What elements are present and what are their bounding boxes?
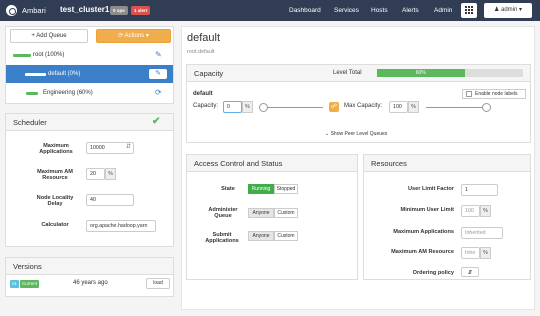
calculator-label: Calculator [41, 222, 69, 228]
queue-title: default [187, 32, 221, 44]
percent-addon: % [480, 247, 491, 259]
capacity-slider[interactable] [260, 107, 323, 108]
version-age: 46 years ago [73, 280, 108, 286]
locality-delay-label: Node Locality Delay [36, 195, 74, 207]
queue-label: root (100%) [33, 52, 65, 58]
res-max-apps-label: Maximum Applications [393, 229, 454, 235]
access-control-panel: Access Control and Status State Running … [186, 154, 358, 280]
user-limit-factor-input[interactable]: 1 [461, 184, 498, 196]
state-stopped-toggle[interactable]: Stopped [274, 184, 298, 194]
queue-capacity-bar [13, 54, 31, 57]
nav-hosts[interactable]: Hosts [371, 7, 388, 14]
admin-custom-toggle[interactable]: Custom [274, 208, 298, 218]
nav-dashboard[interactable]: Dashboard [289, 7, 321, 14]
lock-icon[interactable]: ☍ [329, 102, 339, 112]
min-user-limit-label: Minimum User Limit [400, 207, 454, 213]
max-capacity-slider[interactable] [426, 107, 486, 108]
queue-capacity-bar [25, 73, 46, 76]
nav-services[interactable]: Services [334, 7, 359, 14]
checkbox-icon [466, 91, 472, 97]
queue-label: Engineering (60%) [43, 90, 93, 96]
capacity-panel: Capacity Level Total 60% default Enable … [186, 64, 531, 143]
enable-node-labels-checkbox[interactable]: Enable node labels [462, 89, 526, 99]
user-menu-button[interactable]: ♟ admin ▾ [484, 3, 532, 18]
capacity-slider-handle[interactable] [259, 103, 268, 112]
queue-item-engineering[interactable]: Engineering (60%) ⟳ [6, 84, 173, 102]
user-limit-factor-label: User Limit Factor [407, 186, 454, 192]
versions-panel: Versions v1 Current 46 years ago load [5, 257, 174, 297]
submit-custom-toggle[interactable]: Custom [274, 231, 298, 241]
queue-path: root.default [187, 49, 215, 55]
access-control-title: Access Control and Status [187, 155, 357, 172]
versions-title: Versions [6, 258, 173, 275]
show-peer-queues-link[interactable]: ⌄ Show Peer Level Queues [325, 131, 387, 137]
user-menu-label: admin ▾ [501, 7, 523, 13]
load-version-button[interactable]: load [146, 278, 170, 289]
level-total-label: Level Total [333, 70, 362, 76]
ops-badge[interactable]: 0 ops [110, 6, 128, 15]
percent-addon: % [408, 101, 419, 113]
views-grid-icon[interactable] [461, 3, 477, 18]
scheduler-panel: Scheduler ✔ Maximum Applications 10000 ⇵… [5, 113, 174, 247]
user-icon: ♟ [493, 7, 501, 13]
res-max-am-label: Maximum AM Resource [391, 249, 454, 255]
percent-addon: % [480, 205, 491, 217]
state-running-toggle[interactable]: Running [248, 184, 274, 194]
resources-title: Resources [364, 155, 530, 172]
max-apps-label: Maximum Applications [39, 143, 73, 155]
submit-applications-label: Submit Applications [205, 232, 239, 244]
version-tag: v1 [10, 280, 19, 288]
state-label: State [221, 186, 235, 192]
capacity-input[interactable]: 0 [223, 101, 242, 113]
actions-dropdown-button[interactable]: ⟳ Actions ▾ [96, 29, 171, 43]
enable-node-labels-label: Enable node labels [475, 91, 518, 97]
submit-anyone-toggle[interactable]: Anyone [248, 231, 274, 241]
refresh-icon[interactable]: ⟳ [155, 84, 162, 102]
admin-anyone-toggle[interactable]: Anyone [248, 208, 274, 218]
nav-alerts[interactable]: Alerts [402, 7, 419, 14]
ordering-policy-label: Ordering policy [412, 270, 454, 276]
add-queue-button[interactable]: + Add Queue [10, 29, 88, 43]
max-am-input[interactable]: 20 [86, 168, 105, 180]
queue-capacity-bar [26, 92, 38, 95]
queue-tree-panel: + Add Queue ⟳ Actions ▾ root (100%) ✎ de… [5, 26, 174, 104]
queue-detail-panel: default root.default Capacity Level Tota… [181, 26, 535, 310]
check-icon: ✔ [152, 116, 161, 127]
administer-queue-label: Administer Queue [208, 207, 238, 219]
capacity-queue-name: default [193, 91, 213, 97]
level-total-bar: 60% [377, 69, 523, 77]
max-capacity-label: Max Capacity: [344, 103, 383, 109]
scheduler-title: Scheduler [6, 114, 173, 131]
max-capacity-slider-handle[interactable] [482, 103, 491, 112]
top-navbar: Ambari test_cluster1 0 ops 1 alert Dashb… [0, 0, 540, 21]
edit-pencil-icon[interactable]: ✎ [155, 46, 162, 64]
nav-admin[interactable]: Admin [434, 7, 452, 14]
max-am-label: Maximum AM Resource [37, 169, 73, 181]
queue-item-default[interactable]: default (0%) ✎ [6, 65, 173, 83]
queue-label: default (0%) [48, 71, 81, 77]
res-max-apps-input[interactable]: Inherited [461, 227, 503, 239]
current-tag: Current [20, 280, 40, 288]
calculator-input[interactable]: org.apache.hadoop.yarn [86, 220, 156, 232]
capacity-label: Capacity: [193, 103, 219, 109]
alerts-badge[interactable]: 1 alert [131, 6, 151, 15]
stepper-icon[interactable]: ⇵ [126, 143, 131, 150]
queue-item-root[interactable]: root (100%) ✎ [6, 46, 173, 64]
min-user-limit-input[interactable]: 100 [461, 205, 480, 217]
res-max-am-input[interactable]: Inhe [461, 247, 480, 259]
max-capacity-input[interactable]: 100 [389, 101, 408, 113]
edit-pencil-icon[interactable]: ✎ [149, 69, 167, 79]
brand-name[interactable]: Ambari [22, 6, 46, 15]
select-arrows-icon: ⇵ [467, 270, 473, 276]
level-total-fill: 60% [377, 69, 465, 77]
resources-panel: Resources User Limit Factor 1 Minimum Us… [363, 154, 531, 280]
cluster-name[interactable]: test_cluster1 [60, 5, 109, 14]
ordering-policy-select[interactable]: ⇵ [461, 267, 479, 277]
percent-addon: % [105, 168, 116, 180]
percent-addon: % [242, 101, 253, 113]
ambari-logo-icon[interactable] [6, 5, 17, 16]
locality-delay-input[interactable]: 40 [86, 194, 134, 206]
